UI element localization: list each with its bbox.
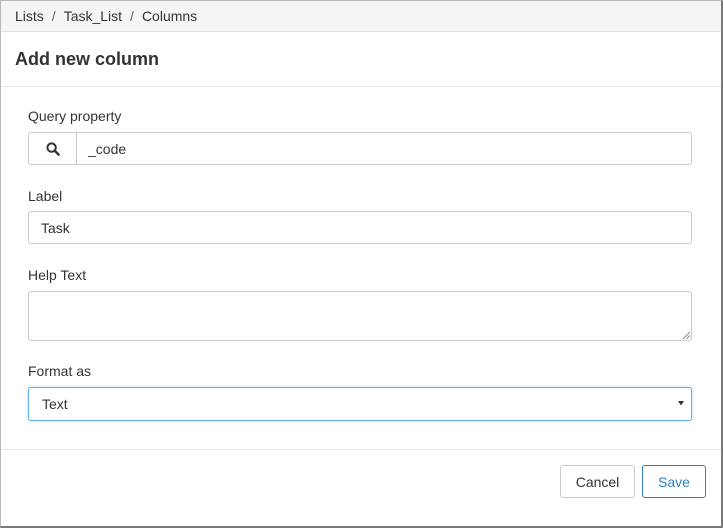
cancel-button[interactable]: Cancel: [560, 465, 635, 498]
breadcrumb: Lists / Task_List / Columns: [1, 1, 721, 32]
save-button[interactable]: Save: [642, 465, 706, 498]
modal-title: Add new column: [15, 48, 159, 69]
breadcrumb-separator: /: [51, 8, 56, 24]
breadcrumb-item-task-list[interactable]: Task_List: [64, 8, 122, 24]
modal-footer: Cancel Save: [1, 449, 721, 527]
query-property-group: [28, 132, 692, 165]
format-as-select[interactable]: Text: [28, 387, 692, 421]
format-as-selected-value: Text: [42, 396, 68, 412]
caret-down-icon: [678, 401, 684, 406]
modal-header: Add new column: [1, 32, 721, 87]
query-property-label: Query property: [28, 108, 122, 124]
resize-grip-icon[interactable]: [682, 331, 690, 339]
breadcrumb-item-columns[interactable]: Columns: [142, 8, 197, 24]
query-property-input[interactable]: [77, 133, 691, 164]
modal-body: Query property Label Help Text Format as…: [1, 87, 721, 450]
label-input[interactable]: [28, 211, 692, 244]
search-addon[interactable]: [29, 133, 77, 164]
breadcrumb-separator: /: [130, 8, 134, 24]
help-text-label: Help Text: [28, 267, 87, 283]
format-as-label: Format as: [28, 363, 92, 379]
search-icon: [45, 141, 60, 156]
help-text-textarea[interactable]: [28, 291, 692, 341]
label-field-label: Label: [28, 188, 63, 204]
add-column-dialog: Lists / Task_List / Columns Add new colu…: [0, 0, 723, 528]
breadcrumb-item-lists[interactable]: Lists: [15, 8, 44, 24]
